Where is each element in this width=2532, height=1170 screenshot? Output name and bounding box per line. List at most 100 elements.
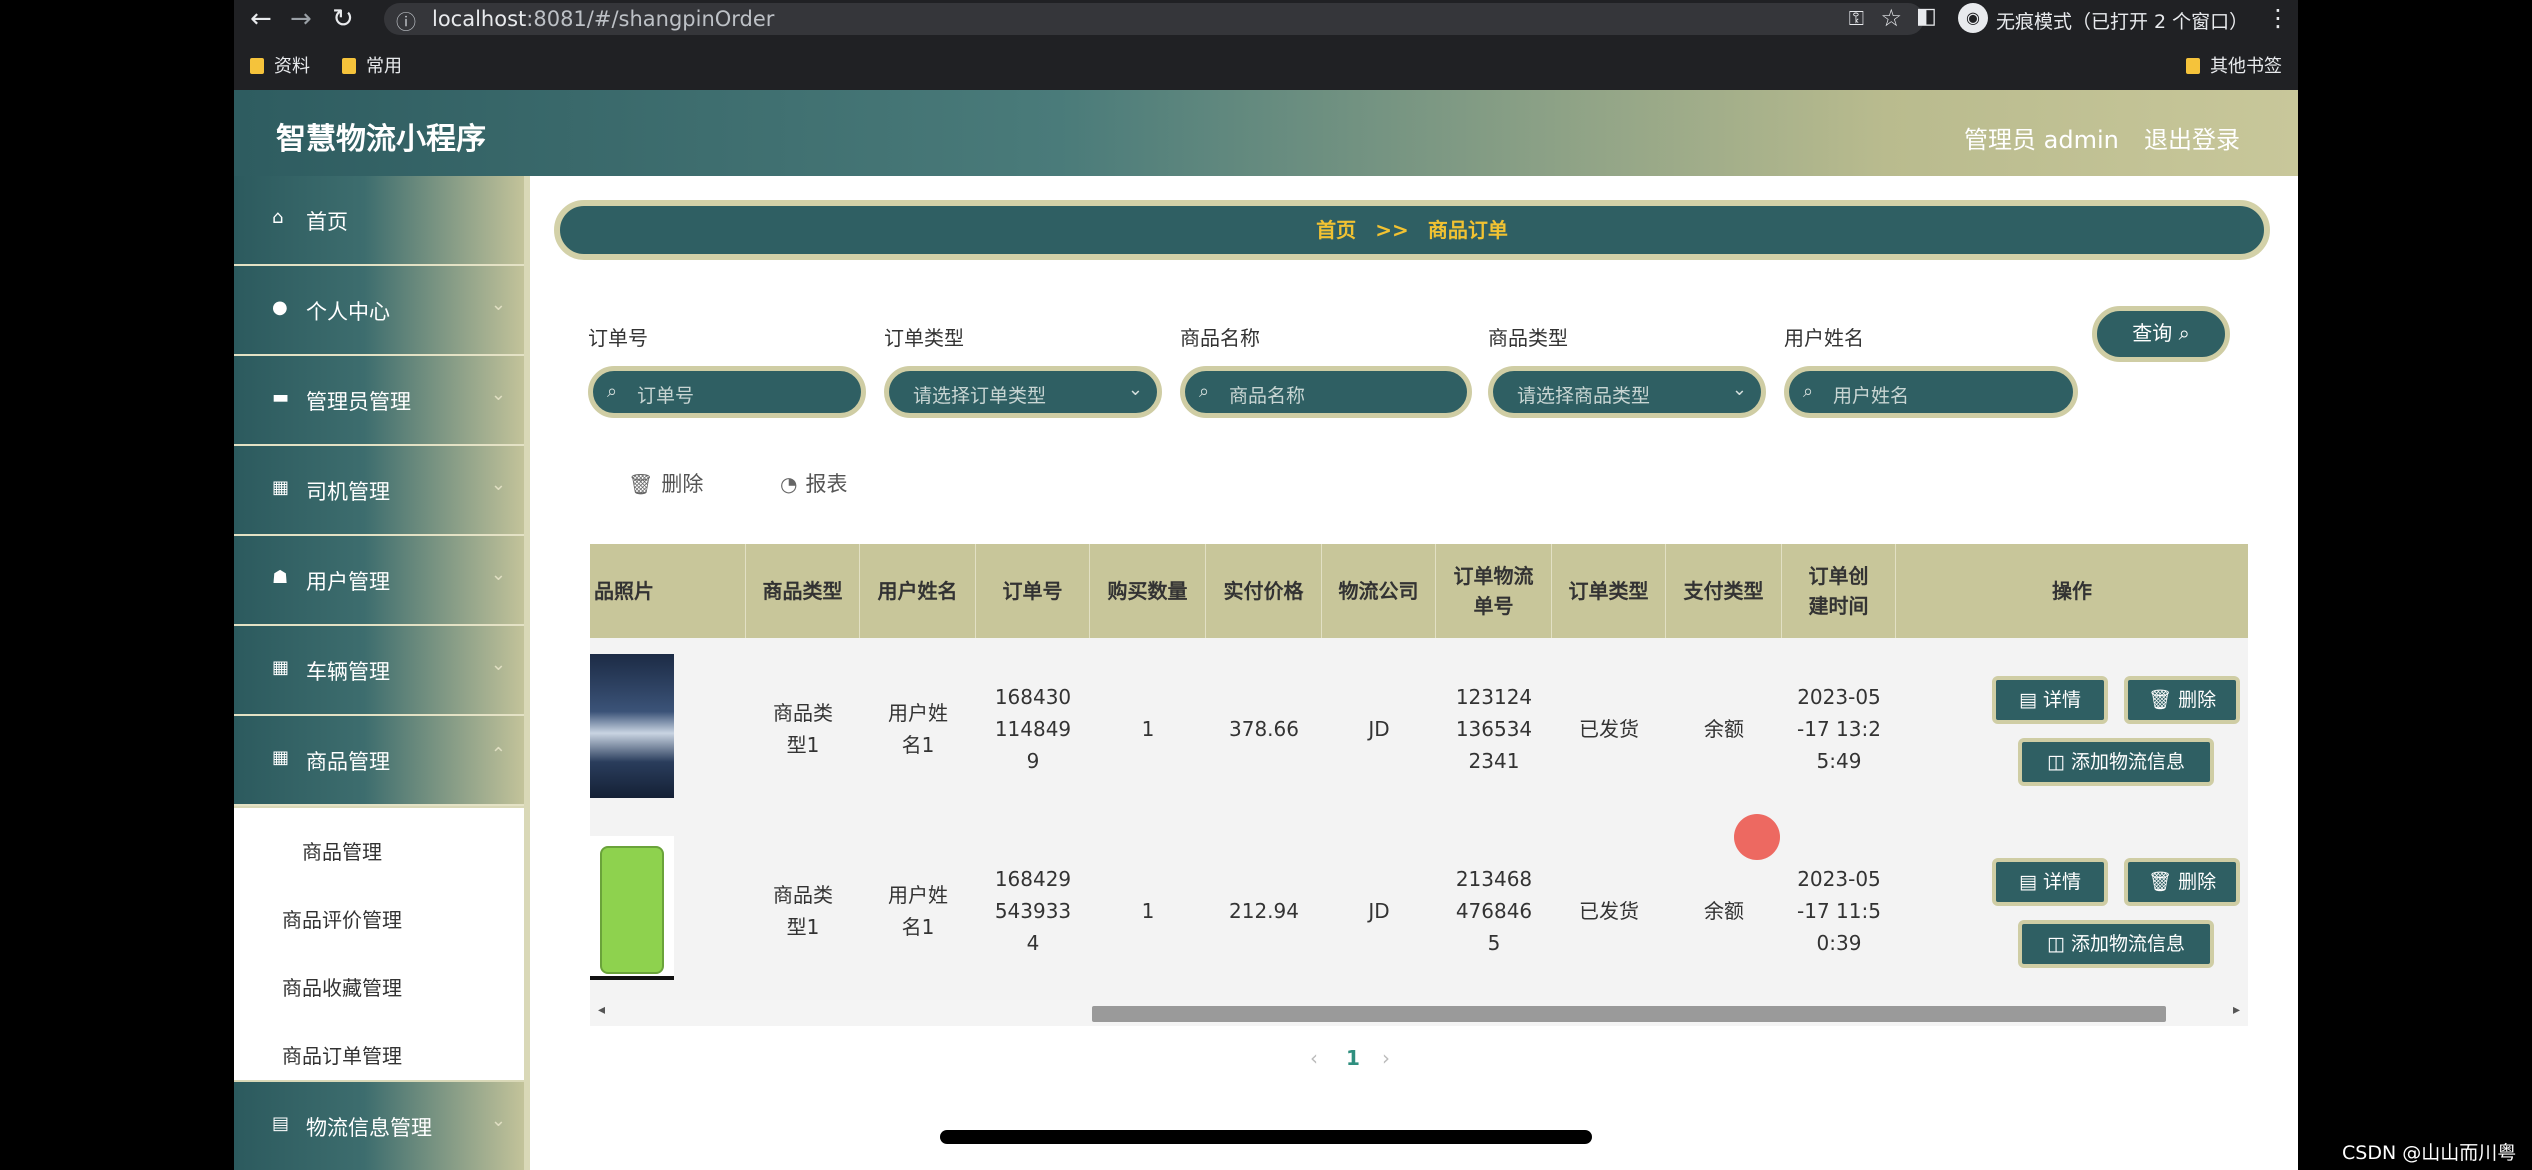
cell-pay-type: 余额	[1704, 717, 1744, 741]
breadcrumb-home[interactable]: 首页	[1316, 218, 1356, 242]
cell-product-type: 商品类型1	[773, 883, 833, 939]
orders-table: 品照片 商品类型 用户姓名 订单号 购买数量 实付价格 物流公司 订单物流单号 …	[590, 544, 2248, 1004]
sidebar-item-products[interactable]: ▦ 商品管理 ⌃	[234, 716, 524, 806]
folder-icon	[342, 58, 356, 74]
sidebar-item-vehicles[interactable]: ▦ 车辆管理 ⌄	[234, 626, 524, 716]
trash-icon: 🗑	[2147, 871, 2179, 893]
report-button[interactable]: ◔ 报表	[780, 468, 847, 498]
bookmark-other[interactable]: 其他书签	[2186, 52, 2282, 78]
add-logistics-button[interactable]: ◫ 添加物流信息	[2018, 738, 2214, 786]
query-button[interactable]: 查询 ⌕	[2092, 306, 2230, 362]
page-1[interactable]: 1	[1346, 1046, 1360, 1070]
bookmark-star-icon[interactable]: ☆	[1880, 4, 1902, 32]
product-type-select[interactable]: 请选择商品类型 ⌄	[1488, 366, 1766, 418]
delete-button[interactable]: 🗑 删除	[2124, 676, 2240, 724]
bookmark-ziliao[interactable]: 资料	[250, 52, 310, 78]
thumb-icon: ☗	[272, 567, 289, 588]
product-type-label: 商品类型	[1488, 326, 1568, 350]
book-icon: ◫	[2046, 751, 2071, 773]
incognito-icon[interactable]: ◉	[1958, 3, 1988, 33]
cell-order-type: 已发货	[1579, 899, 1639, 923]
cell-company: JD	[1368, 717, 1390, 741]
monitor-icon: ▬	[272, 387, 290, 408]
order-type-select[interactable]: 请选择订单类型 ⌄	[884, 366, 1162, 418]
submenu-item-products[interactable]: 商品管理	[302, 836, 382, 865]
forward-icon[interactable]: →	[290, 4, 312, 34]
order-no-input[interactable]: ⌕ 订单号	[588, 366, 866, 418]
sidebar-item-admin[interactable]: ▬ 管理员管理 ⌄	[234, 356, 524, 446]
cell-order-no: 1684295439334	[994, 867, 1072, 955]
product-name-label: 商品名称	[1180, 326, 1260, 350]
chevron-up-icon: ⌃	[490, 744, 506, 765]
info-icon[interactable]: ⓘ	[396, 6, 416, 35]
chevron-down-icon: ⌄	[490, 294, 506, 315]
book-icon: ◫	[2046, 933, 2071, 955]
url-text: localhost:8081/#/shangpinOrder	[432, 7, 775, 31]
sidebar-item-users[interactable]: ☗ 用户管理 ⌄	[234, 536, 524, 626]
scroll-left-arrow-icon[interactable]: ◂	[598, 1002, 605, 1018]
product-name-input[interactable]: ⌕ 商品名称	[1180, 366, 1472, 418]
submenu-item-favorites[interactable]: 商品收藏管理	[282, 972, 402, 1001]
browser-menu-icon[interactable]: ⋮	[2266, 4, 2290, 32]
search-icon: ⌕	[607, 381, 618, 402]
cell-quantity: 1	[1141, 899, 1155, 923]
cell-order-type: 已发货	[1579, 717, 1639, 741]
col-created: 订单创建时间	[1782, 544, 1896, 638]
address-bar[interactable]: ⓘ localhost:8081/#/shangpinOrder ⚿ ☆	[384, 3, 1924, 35]
submenu-item-orders[interactable]: 商品订单管理	[282, 1040, 402, 1069]
col-order-no: 订单号	[976, 544, 1090, 638]
chevron-down-icon: ⌄	[1731, 379, 1747, 400]
folder-icon	[2186, 58, 2200, 74]
top-header: 智慧物流小程序 管理员 admin 退出登录	[234, 90, 2298, 176]
logout-link[interactable]: 退出登录	[2144, 120, 2240, 155]
breadcrumb-separator: >>	[1375, 218, 1409, 242]
table-row: 商品类型1 用户姓名1 1684301148499 1 378.66 JD 12…	[590, 638, 2248, 821]
col-product-type: 商品类型	[746, 544, 860, 638]
chevron-down-icon: ⌄	[490, 564, 506, 585]
scroll-right-arrow-icon[interactable]: ▸	[2233, 1002, 2240, 1018]
cell-order-no: 1684301148499	[994, 685, 1072, 773]
side-panel-icon[interactable]: ◧	[1916, 4, 1937, 29]
back-icon[interactable]: ←	[250, 4, 272, 34]
table-scrollbar[interactable]: ◂ ▸	[590, 1000, 2248, 1026]
col-tracking: 订单物流单号	[1436, 544, 1552, 638]
col-company: 物流公司	[1322, 544, 1436, 638]
sidebar-item-logistics[interactable]: ▤ 物流信息管理 ⌄	[234, 1082, 524, 1170]
grid-icon: ▦	[272, 747, 290, 768]
delete-button[interactable]: 🗑 删除	[2124, 858, 2240, 906]
prev-page-button[interactable]: ‹	[1310, 1046, 1318, 1070]
cell-price: 212.94	[1229, 899, 1299, 923]
grid-icon: ▦	[272, 657, 290, 678]
sidebar-item-home[interactable]: ⌂ 首页	[234, 176, 524, 266]
sidebar-item-driver[interactable]: ▦ 司机管理 ⌄	[234, 446, 524, 536]
watermark: CSDN @山山而川粤	[2342, 1142, 2517, 1164]
cell-created: 2023-05-17 11:50:39	[1797, 867, 1881, 955]
key-icon[interactable]: ⚿	[1849, 6, 1864, 30]
chevron-down-icon: ⌄	[490, 474, 506, 495]
bookmarks-bar: 资料 常用 其他书签	[234, 46, 2298, 82]
add-logistics-button[interactable]: ◫ 添加物流信息	[2018, 920, 2214, 968]
sidebar-item-personal[interactable]: ● 个人中心 ⌄	[234, 266, 524, 356]
order-no-label: 订单号	[588, 326, 648, 350]
incognito-label[interactable]: 无痕模式（已打开 2 个窗口）	[1996, 7, 2248, 34]
reload-icon[interactable]: ↻	[332, 4, 354, 34]
col-pay-type: 支付类型	[1666, 544, 1782, 638]
bookmark-changyong[interactable]: 常用	[342, 52, 402, 78]
current-user: 管理员 admin	[1964, 126, 2119, 154]
cell-user-name: 用户姓名1	[888, 701, 948, 757]
detail-button[interactable]: ▤ 详情	[1992, 858, 2108, 906]
cell-company: JD	[1368, 899, 1390, 923]
user-name-input[interactable]: ⌕ 用户姓名	[1784, 366, 2078, 418]
detail-button[interactable]: ▤ 详情	[1992, 676, 2108, 724]
trash-icon: 🗑	[2147, 689, 2179, 711]
main-content: 首页 >> 商品订单 订单号 ⌕ 订单号 订单类型 请选择订单类型 ⌄ 商品名称…	[530, 176, 2298, 1170]
submenu-item-reviews[interactable]: 商品评价管理	[282, 904, 402, 933]
col-order-type: 订单类型	[1552, 544, 1666, 638]
app-window: 智慧物流小程序 管理员 admin 退出登录 ⌂ 首页 ● 个人中心 ⌄ ▬ 管…	[234, 90, 2298, 1170]
product-image	[590, 836, 674, 980]
scrollbar-thumb[interactable]	[1092, 1006, 2166, 1022]
batch-delete-button[interactable]: 🗑 删除	[628, 468, 703, 498]
next-page-button[interactable]: ›	[1382, 1046, 1390, 1070]
cell-tracking: 1231241365342341	[1455, 685, 1533, 773]
home-icon: ⌂	[272, 207, 284, 228]
